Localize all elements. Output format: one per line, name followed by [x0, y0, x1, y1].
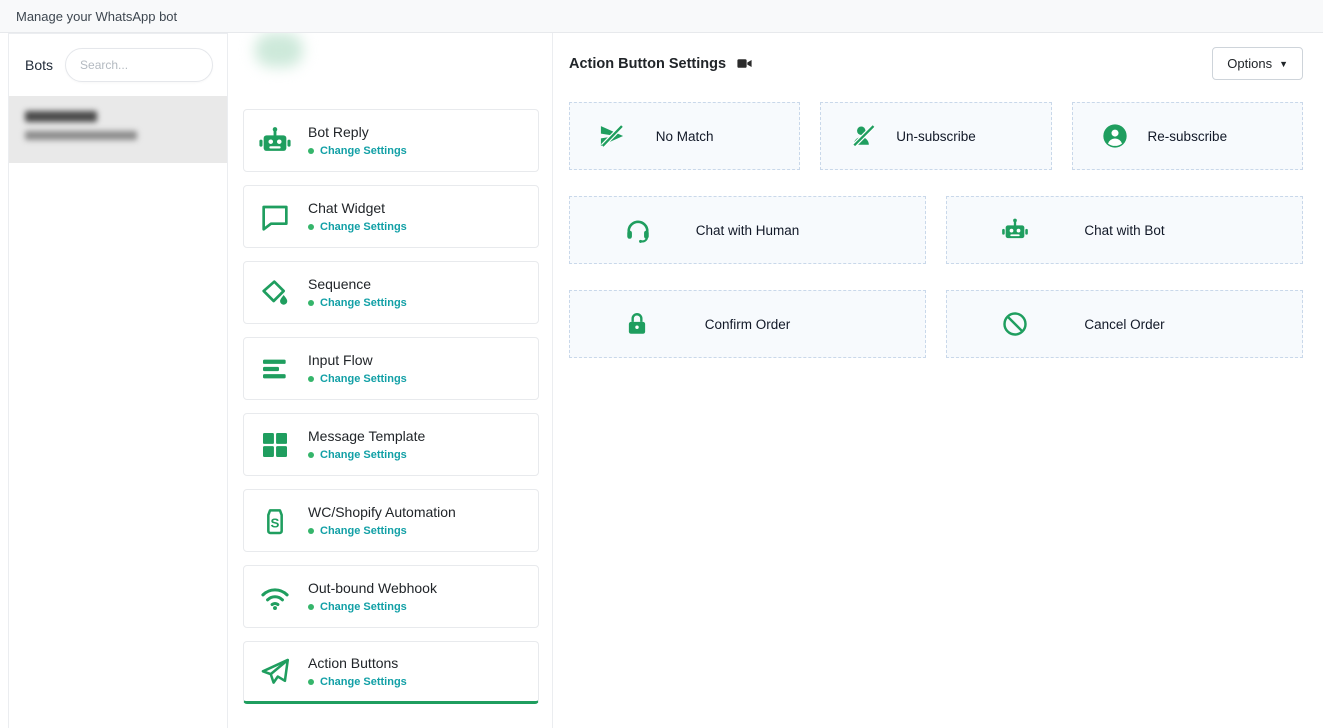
change-settings-link[interactable]: Change Settings [308, 525, 456, 537]
tiles-row-2: Chat with Human Chat with Bot [569, 196, 1303, 264]
panel-title: Action Button Settings [569, 56, 726, 72]
status-dot [308, 224, 314, 230]
grid-icon [256, 426, 294, 464]
change-settings-link[interactable]: Change Settings [308, 221, 407, 233]
feature-card-list: Bot Reply Change Settings Chat Widget [228, 109, 552, 704]
padlock-icon [624, 311, 650, 337]
status-dot [308, 604, 314, 610]
person-circle-icon [1101, 122, 1129, 150]
send-slash-icon [598, 122, 626, 150]
tile-cancel-order[interactable]: Cancel Order [946, 290, 1303, 358]
feature-card-input-flow[interactable]: Input Flow Change Settings [243, 337, 539, 400]
feature-card-message-template[interactable]: Message Template Change Settings [243, 413, 539, 476]
feature-title: WC/Shopify Automation [308, 504, 456, 520]
change-settings-link[interactable]: Change Settings [308, 676, 407, 688]
bot-name-redacted [25, 111, 97, 122]
bot-phone-redacted [25, 131, 137, 140]
tiles-row-3: Confirm Order Cancel Order [569, 290, 1303, 358]
bots-label: Bots [25, 57, 53, 73]
selected-bot-item[interactable] [9, 96, 227, 163]
top-header: Manage your WhatsApp bot [0, 0, 1323, 33]
feature-title: Message Template [308, 428, 425, 444]
person-slash-icon [849, 122, 877, 150]
sidebar-header: Bots [9, 34, 227, 96]
chevron-down-icon: ▼ [1279, 59, 1288, 69]
status-dot [308, 679, 314, 685]
feature-title: Input Flow [308, 352, 407, 368]
change-settings-link[interactable]: Change Settings [308, 601, 437, 613]
feature-title: Bot Reply [308, 124, 407, 140]
status-dot [308, 452, 314, 458]
change-settings-link[interactable]: Change Settings [308, 449, 425, 461]
tiles-row-1: No Match Un-subscribe [569, 102, 1303, 170]
options-button[interactable]: Options ▼ [1212, 47, 1303, 80]
feature-title: Action Buttons [308, 655, 407, 671]
svg-text:S: S [271, 515, 280, 530]
tile-un-subscribe[interactable]: Un-subscribe [820, 102, 1051, 170]
features-column: Bot Reply Change Settings Chat Widget [228, 33, 553, 728]
action-button-settings-panel: Action Button Settings Options ▼ [553, 33, 1323, 728]
status-dot [308, 376, 314, 382]
prohibited-icon [1001, 310, 1029, 338]
feature-title: Sequence [308, 276, 407, 292]
feature-title: Chat Widget [308, 200, 407, 216]
robot-icon [1001, 216, 1029, 244]
chat-bubble-icon [256, 198, 294, 236]
bot-search-input[interactable] [65, 48, 213, 82]
change-settings-link[interactable]: Change Settings [308, 145, 407, 157]
tile-confirm-order[interactable]: Confirm Order [569, 290, 926, 358]
tile-re-subscribe[interactable]: Re-subscribe [1072, 102, 1303, 170]
tile-no-match[interactable]: No Match [569, 102, 800, 170]
headset-icon [624, 216, 652, 244]
content-area: Bots Bot Rep [0, 33, 1323, 728]
feature-card-outbound-webhook[interactable]: Out-bound Webhook Change Settings [243, 565, 539, 628]
status-dot [308, 148, 314, 154]
video-camera-icon[interactable] [736, 55, 753, 72]
feature-card-action-buttons[interactable]: Action Buttons Change Settings [243, 641, 539, 704]
tile-chat-with-human[interactable]: Chat with Human [569, 196, 926, 264]
fill-drop-icon [256, 274, 294, 312]
feature-card-sequence[interactable]: Sequence Change Settings [243, 261, 539, 324]
change-settings-link[interactable]: Change Settings [308, 297, 407, 309]
shopify-bag-icon: S [256, 502, 294, 540]
status-dot [308, 528, 314, 534]
wifi-icon [256, 578, 294, 616]
robot-icon [256, 122, 294, 160]
paper-plane-icon [256, 653, 294, 691]
feature-card-wc-shopify[interactable]: S WC/Shopify Automation Change Settings [243, 489, 539, 552]
feature-card-chat-widget[interactable]: Chat Widget Change Settings [243, 185, 539, 248]
change-settings-link[interactable]: Change Settings [308, 373, 407, 385]
status-dot [308, 300, 314, 306]
tile-chat-with-bot[interactable]: Chat with Bot [946, 196, 1303, 264]
panel-header: Action Button Settings Options ▼ [569, 47, 1303, 80]
feature-title: Out-bound Webhook [308, 580, 437, 596]
bots-sidebar: Bots [8, 33, 228, 728]
feature-card-bot-reply[interactable]: Bot Reply Change Settings [243, 109, 539, 172]
blurred-logo [255, 33, 303, 67]
bars-icon [256, 350, 294, 388]
page-title: Manage your WhatsApp bot [16, 9, 177, 24]
